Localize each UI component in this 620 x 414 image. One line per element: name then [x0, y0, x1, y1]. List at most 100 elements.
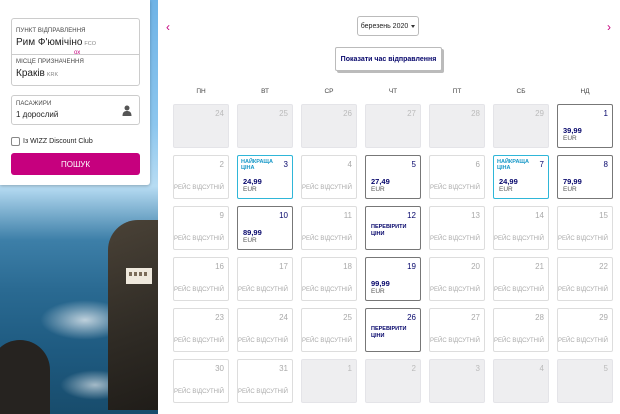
- passengers-label: Пасажири: [16, 101, 52, 107]
- month-select[interactable]: березень 2020: [357, 16, 419, 36]
- search-button[interactable]: Пошук: [11, 153, 140, 175]
- day-number: 2: [219, 160, 224, 169]
- month-value: березень 2020: [360, 22, 409, 30]
- chevron-right-icon[interactable]: ›: [607, 20, 611, 34]
- fare-amount: 79,99: [563, 177, 582, 186]
- no-flight-note: Рейс відсутній: [494, 338, 544, 345]
- day-number: 22: [599, 262, 608, 271]
- destination-value: Краків KRK: [16, 68, 58, 79]
- calendar-day: 14 Рейс відсутній: [493, 206, 549, 250]
- discount-club-checkbox[interactable]: [11, 136, 20, 146]
- no-flight-note: Рейс відсутній: [174, 185, 224, 192]
- weekday-label: ПТ: [452, 88, 462, 95]
- origin-code: FCO: [84, 41, 97, 47]
- calendar-day[interactable]: 26 Перевірити ціни: [365, 308, 421, 352]
- calendar-day: 29 Рейс відсутній: [557, 308, 613, 352]
- calendar-day: 27 Рейс відсутній: [429, 308, 485, 352]
- weekday-label: ВТ: [261, 88, 269, 95]
- seaside-house: [126, 268, 152, 284]
- day-number: 27: [407, 109, 416, 118]
- day-number: 25: [343, 313, 352, 322]
- day-number: 4: [347, 160, 352, 169]
- best-price-badge: Найкраща ціна: [497, 159, 529, 172]
- day-number: 20: [471, 262, 480, 271]
- calendar-day: 5: [557, 359, 613, 403]
- day-number: 9: [219, 211, 224, 220]
- day-number: 6: [475, 160, 480, 169]
- fare-currency: EUR: [499, 186, 513, 193]
- calendar-day: 11 Рейс відсутній: [301, 206, 357, 250]
- calendar-day: 28 Рейс відсутній: [493, 308, 549, 352]
- discount-club-option[interactable]: Із WIZZ Discount Club: [11, 136, 93, 146]
- day-number: 31: [279, 364, 288, 373]
- weekday-label: СР: [324, 88, 334, 95]
- day-number: 19: [407, 262, 416, 271]
- no-flight-note: Рейс відсутній: [302, 236, 352, 243]
- calendar-day[interactable]: 19 99,99 EUR: [365, 257, 421, 301]
- calendar-day[interactable]: 7 Найкраща ціна 24,99 EUR: [493, 155, 549, 199]
- chevron-left-icon[interactable]: ‹: [166, 20, 170, 34]
- calendar-day[interactable]: 12 Перевірити ціни: [365, 206, 421, 250]
- day-number: 5: [603, 364, 608, 373]
- no-flight-note: Рейс відсутній: [494, 236, 544, 243]
- no-flight-note: Рейс відсутній: [558, 338, 608, 345]
- day-number: 30: [215, 364, 224, 373]
- fare-currency: EUR: [563, 135, 577, 142]
- day-number: 16: [215, 262, 224, 271]
- calendar-day: 18 Рейс відсутній: [301, 257, 357, 301]
- calendar-grid: 24 25 26 27 28 29 1 39,99 EUR 2 Рейс відсутній 3 Най…: [173, 104, 613, 403]
- day-number: 28: [471, 109, 480, 118]
- cliff-rock: [108, 220, 158, 410]
- fare-currency: EUR: [243, 237, 257, 244]
- day-number: 18: [343, 262, 352, 271]
- fare-currency: EUR: [371, 186, 385, 193]
- weekday-header: ПН ВТ СР ЧТ ПТ СБ НД: [173, 88, 617, 95]
- calendar-day: 31 Рейс відсутній: [237, 359, 293, 403]
- no-flight-note: Рейс відсутній: [430, 287, 480, 294]
- calendar-day[interactable]: 3 Найкраща ціна 24,99 EUR: [237, 155, 293, 199]
- day-number: 1: [603, 109, 608, 118]
- shore-rock: [0, 340, 50, 414]
- day-number: 24: [279, 313, 288, 322]
- fare-amount: 89,99: [243, 228, 262, 237]
- show-departure-times-button[interactable]: Показати час відправлення: [335, 47, 442, 71]
- origin-value: Рим Ф'юмічіно FCO: [16, 37, 96, 48]
- calendar-day: 2 Рейс відсутній: [173, 155, 229, 199]
- check-prices-link[interactable]: Перевірити ціни: [371, 326, 411, 339]
- no-flight-note: Рейс відсутній: [430, 236, 480, 243]
- calendar-day: 2: [365, 359, 421, 403]
- fare-amount: 99,99: [371, 279, 390, 288]
- calendar-day[interactable]: 10 89,99 EUR: [237, 206, 293, 250]
- day-number: 29: [535, 109, 544, 118]
- day-number: 3: [475, 364, 480, 373]
- calendar-day: 22 Рейс відсутній: [557, 257, 613, 301]
- no-flight-note: Рейс відсутній: [174, 338, 224, 345]
- day-number: 15: [599, 211, 608, 220]
- origin-field[interactable]: Пункт відправлення Рим Ф'юмічіно FCO: [11, 18, 140, 54]
- no-flight-note: Рейс відсутній: [174, 287, 224, 294]
- calendar-day[interactable]: 1 39,99 EUR: [557, 104, 613, 148]
- calendar-day: 29: [493, 104, 549, 148]
- no-flight-note: Рейс відсутній: [238, 338, 288, 345]
- calendar-day: 20 Рейс відсутній: [429, 257, 485, 301]
- calendar-day: 21 Рейс відсутній: [493, 257, 549, 301]
- no-flight-note: Рейс відсутній: [174, 389, 224, 396]
- no-flight-note: Рейс відсутній: [302, 338, 352, 345]
- calendar-day: 27: [365, 104, 421, 148]
- calendar-day[interactable]: 8 79,99 EUR: [557, 155, 613, 199]
- calendar-day[interactable]: 5 27,49 EUR: [365, 155, 421, 199]
- day-number: 26: [407, 313, 416, 322]
- fare-amount: 24,99: [499, 177, 518, 186]
- destination-field[interactable]: Місце призначення Краків KRK: [11, 54, 140, 86]
- calendar-day: 4: [493, 359, 549, 403]
- calendar-day: 3: [429, 359, 485, 403]
- day-number: 13: [471, 211, 480, 220]
- day-number: 11: [343, 211, 352, 220]
- calendar-day: 28: [429, 104, 485, 148]
- calendar-day: 9 Рейс відсутній: [173, 206, 229, 250]
- passengers-field[interactable]: Пасажири 1 дорослий: [11, 95, 140, 125]
- weekday-label: СБ: [516, 88, 526, 95]
- check-prices-link[interactable]: Перевірити ціни: [371, 224, 411, 237]
- passengers-value: 1 дорослий: [16, 110, 59, 119]
- day-number: 29: [599, 313, 608, 322]
